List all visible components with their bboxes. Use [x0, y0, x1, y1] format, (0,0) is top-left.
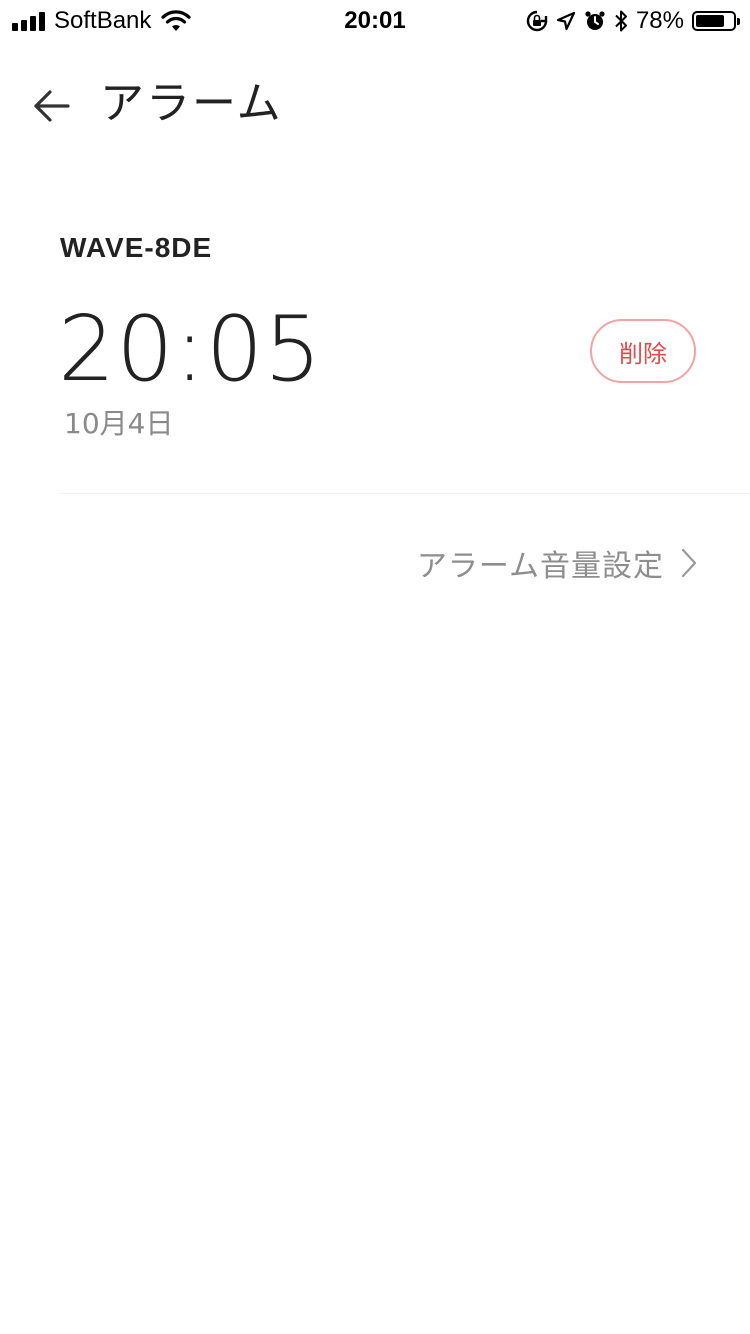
nav-header: アラーム: [0, 60, 750, 150]
battery-icon: [692, 11, 740, 31]
bluetooth-icon: [615, 10, 627, 32]
alarm-time: 20:05: [58, 297, 323, 402]
status-bar-right: 78%: [526, 6, 740, 36]
device-name: WAVE-8DE: [60, 232, 213, 263]
alarm-date: 10月4日: [64, 407, 174, 440]
status-bar: SoftBank 20:01 78%: [0, 0, 750, 40]
divider: [60, 493, 750, 494]
alarm-clock-icon: [585, 11, 605, 30]
alarm-volume-settings-label: アラーム音量設定: [416, 549, 664, 584]
location-icon: [556, 11, 576, 31]
battery-cap: [737, 18, 740, 25]
delete-button[interactable]: 削除: [590, 319, 696, 383]
arrow-left-icon[interactable]: [26, 80, 78, 132]
battery-fill: [696, 15, 724, 27]
orientation-lock-icon: [526, 10, 548, 32]
alarm-volume-settings-link[interactable]: アラーム音量設定: [417, 540, 698, 586]
battery-percent: 78%: [635, 7, 684, 34]
chevron-right-icon: [681, 548, 697, 578]
page-title: アラーム: [100, 78, 283, 129]
